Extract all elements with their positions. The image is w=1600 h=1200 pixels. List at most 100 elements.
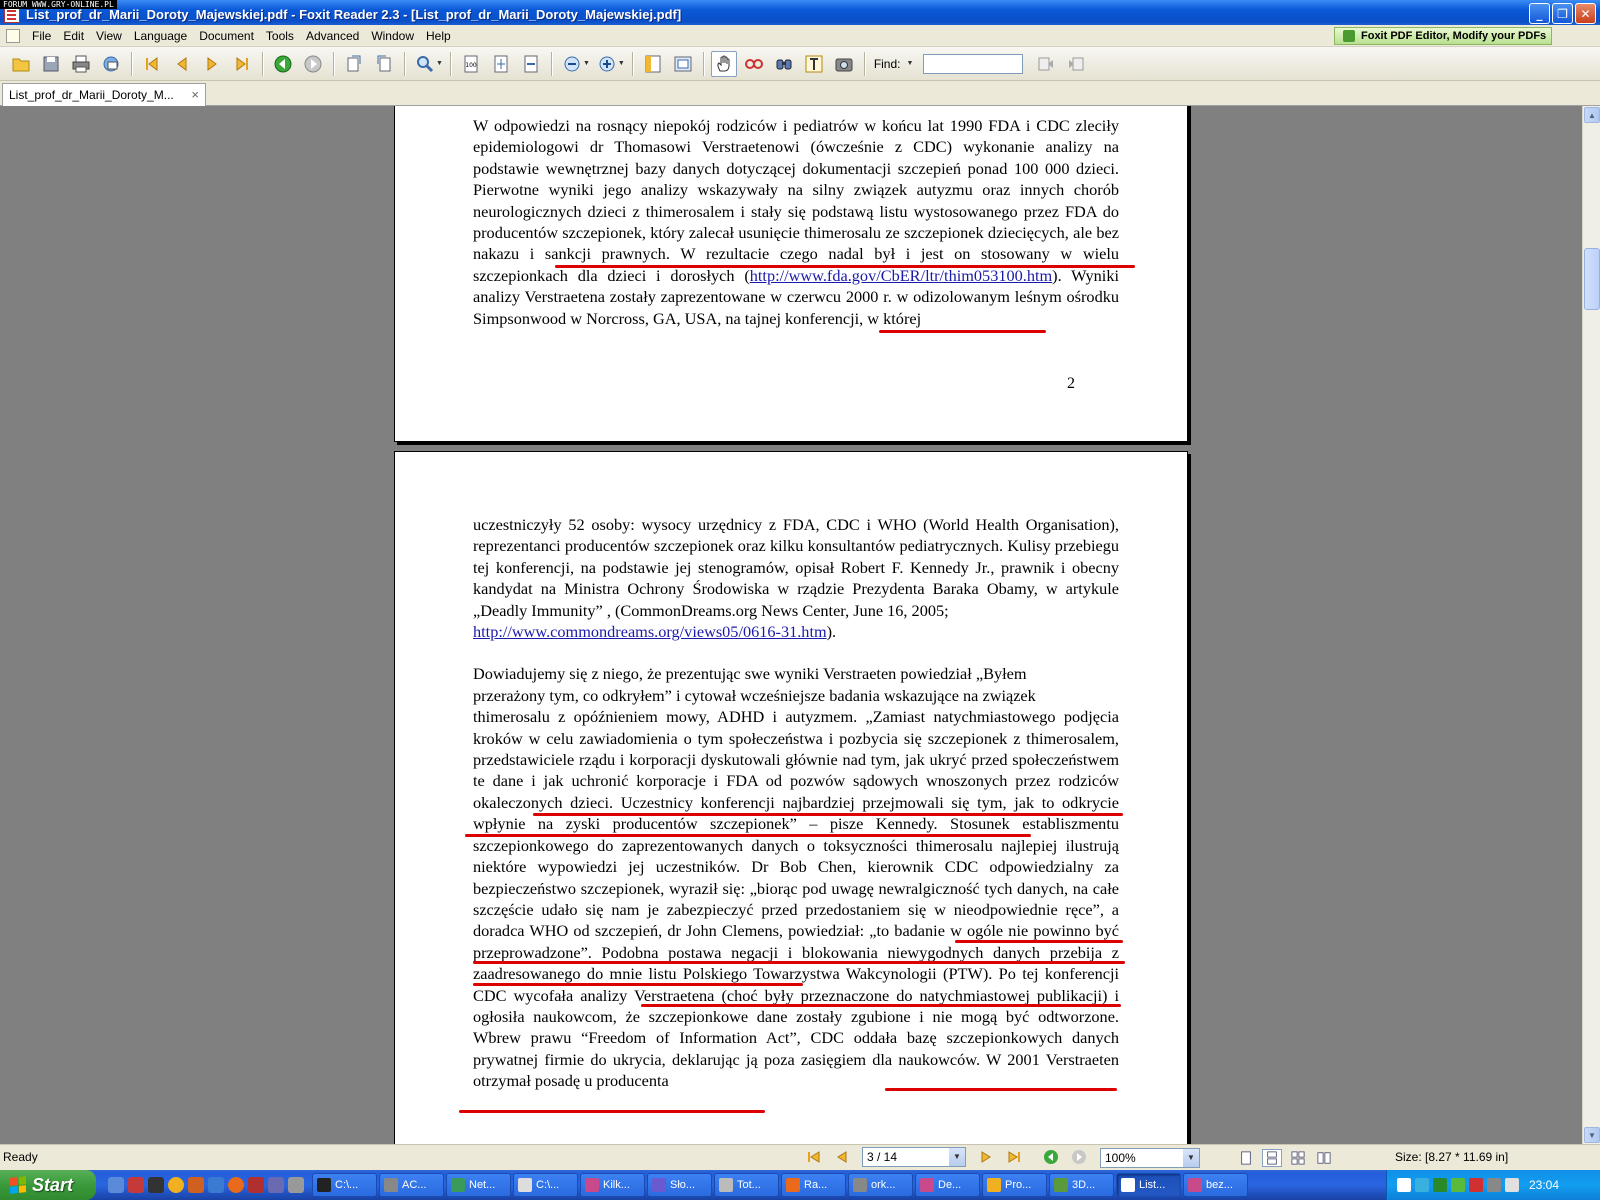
chevron-down-icon[interactable]: ▼ [1183,1149,1199,1167]
desktop-icon[interactable] [108,1177,124,1193]
tab-document[interactable]: List_prof_dr_Marii_Doroty_M... × [2,83,206,106]
snapshot-icon[interactable] [831,51,857,77]
chevron-down-icon[interactable]: ▼ [949,1148,965,1166]
task-button[interactable]: Sło... [647,1173,712,1197]
minimize-button[interactable]: _ [1529,3,1550,24]
save-icon[interactable] [38,51,64,77]
clock[interactable]: 23:04 [1529,1178,1559,1192]
home-icon[interactable] [188,1177,204,1193]
fit-page-icon[interactable] [488,51,514,77]
task-button[interactable]: C:\... [513,1173,578,1197]
task-button[interactable]: AC... [379,1173,444,1197]
commondreams-link[interactable]: http://www.commondreams.org/views05/0616… [473,622,827,641]
rotate-left-icon[interactable] [341,51,367,77]
find-next-icon[interactable] [1063,51,1089,77]
task-button[interactable]: Ra... [781,1173,846,1197]
terminal-icon[interactable] [148,1177,164,1193]
task-button[interactable]: bez... [1183,1173,1248,1197]
email-icon[interactable] [98,51,124,77]
opera-icon[interactable] [248,1177,264,1193]
vertical-scrollbar[interactable]: ▲ ▼ [1582,106,1600,1144]
first-page-icon[interactable] [139,51,165,77]
full-screen-icon[interactable] [670,51,696,77]
menu-tools[interactable]: Tools [260,25,300,47]
first-page-icon[interactable] [805,1148,823,1166]
chevron-down-icon[interactable]: ▼ [583,60,590,67]
next-page-icon[interactable] [977,1148,995,1166]
chevron-down-icon[interactable]: ▼ [436,60,443,67]
task-button-active[interactable]: List... [1116,1173,1181,1197]
find-icon[interactable] [771,51,797,77]
browser-icon[interactable] [168,1177,184,1193]
close-button[interactable]: ✕ [1575,3,1596,24]
task-button[interactable]: Pro... [982,1173,1047,1197]
media-icon[interactable] [268,1177,284,1193]
document-viewer[interactable]: W odpowiedzi na rosnący niepokój rodzicó… [0,106,1582,1144]
task-button[interactable]: De... [915,1173,980,1197]
zoom-in-icon[interactable] [594,51,620,77]
actual-size-icon[interactable]: 100 [458,51,484,77]
page-number-field[interactable]: 3 / 14 ▼ [862,1147,966,1167]
text-tool-icon[interactable] [801,51,827,77]
menu-document[interactable]: Document [193,25,260,47]
forward-icon[interactable] [1070,1148,1088,1166]
menu-window[interactable]: Window [365,25,420,47]
scroll-down-icon[interactable]: ▼ [1584,1127,1600,1143]
close-tab-icon[interactable]: × [191,87,199,102]
folder-icon[interactable] [208,1177,224,1193]
chevron-down-icon[interactable]: ▼ [618,60,625,67]
volume-icon[interactable] [1487,1178,1501,1192]
zoom-icon[interactable] [412,51,438,77]
find-previous-icon[interactable] [1033,51,1059,77]
menu-edit[interactable]: Edit [57,25,90,47]
restore-button[interactable]: ❐ [1552,3,1573,24]
forward-icon[interactable] [300,51,326,77]
task-button[interactable]: Tot... [714,1173,779,1197]
open-icon[interactable] [8,51,34,77]
antivirus-icon[interactable] [1469,1178,1483,1192]
select-text-icon[interactable] [741,51,767,77]
hand-tool-icon[interactable] [710,50,737,77]
single-page-icon[interactable] [1236,1149,1256,1167]
previous-page-icon[interactable] [169,51,195,77]
next-page-icon[interactable] [199,51,225,77]
back-icon[interactable] [270,51,296,77]
start-button[interactable]: Start [0,1170,96,1200]
continuous-icon[interactable] [1262,1149,1282,1167]
facing-icon[interactable] [1288,1149,1308,1167]
zoom-field[interactable]: 100% ▼ [1100,1148,1200,1168]
document-icon[interactable] [6,28,20,43]
fda-link[interactable]: http://www.fda.gov/CbER/ltr/thim053100.h… [750,266,1052,285]
menu-help[interactable]: Help [420,25,457,47]
task-button[interactable]: Kilk... [580,1173,645,1197]
network-icon[interactable] [1415,1178,1429,1192]
firefox-icon[interactable] [228,1177,244,1193]
menu-language[interactable]: Language [128,25,193,47]
promo-banner[interactable]: Foxit PDF Editor, Modify your PDFs [1334,27,1552,45]
acrobat-icon[interactable] [128,1177,144,1193]
task-button[interactable]: Net... [446,1173,511,1197]
scroll-thumb[interactable] [1584,248,1600,310]
update-icon[interactable] [1451,1178,1465,1192]
menu-file[interactable]: File [26,25,57,47]
chevron-left-icon[interactable] [1397,1178,1411,1192]
find-input[interactable] [923,53,1024,74]
scroll-up-icon[interactable]: ▲ [1584,107,1600,123]
chevron-down-icon[interactable]: ▼ [907,60,914,67]
task-button[interactable]: C:\... [312,1173,377,1197]
task-button[interactable]: ork... [848,1173,913,1197]
rotate-right-icon[interactable] [371,51,397,77]
fit-width-icon[interactable] [518,51,544,77]
last-page-icon[interactable] [229,51,255,77]
print-icon[interactable] [68,51,94,77]
task-button[interactable]: 3D... [1049,1173,1114,1197]
security-icon[interactable] [1433,1178,1447,1192]
disk-icon[interactable] [288,1177,304,1193]
previous-page-icon[interactable] [833,1148,851,1166]
last-page-icon[interactable] [1005,1148,1023,1166]
menu-advanced[interactable]: Advanced [300,25,365,47]
bookmarks-panel-icon[interactable] [640,51,666,77]
menu-view[interactable]: View [90,25,128,47]
continuous-facing-icon[interactable] [1314,1149,1334,1167]
zoom-out-icon[interactable] [559,51,585,77]
